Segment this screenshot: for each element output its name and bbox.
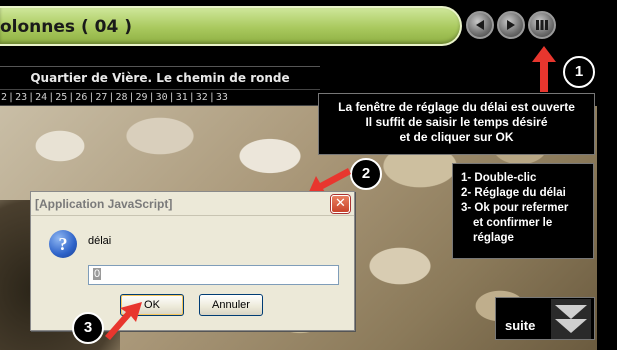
instruction-callout: La fenêtre de réglage du délai est ouver…	[318, 93, 595, 155]
cancel-button[interactable]: Annuler	[199, 294, 263, 316]
step-line: 3- Ok pour refermer	[461, 202, 569, 214]
pause-button[interactable]	[528, 11, 556, 39]
step-line: réglage	[473, 232, 514, 244]
page-number[interactable]: 27	[94, 90, 108, 105]
step-line: 1- Double-clic	[461, 172, 537, 184]
page-number[interactable]: 24	[34, 90, 48, 105]
pause-icon	[536, 20, 548, 30]
dialog-message: délai	[88, 235, 112, 247]
play-button[interactable]	[497, 11, 525, 39]
photo-caption: Quartier de Vière. Le chemin de ronde	[0, 66, 320, 89]
page-number[interactable]: 25	[54, 90, 68, 105]
arrow-up-right-icon	[105, 302, 142, 340]
page-number[interactable]: 32	[195, 90, 209, 105]
close-icon[interactable]: ✕	[331, 195, 350, 213]
arrow-up-icon	[532, 46, 556, 92]
suite-label: suite	[505, 318, 536, 333]
step-line: 2- Réglage du délai	[461, 187, 566, 199]
dialog-title: [Application JavaScript]	[31, 192, 354, 216]
step-badge-3: 3	[72, 312, 104, 344]
step-badge-1: 1	[563, 56, 595, 88]
page-number[interactable]: 30	[155, 90, 169, 105]
step-badge-2: 2	[350, 158, 382, 190]
page-number[interactable]: 2	[0, 90, 8, 105]
page-number[interactable]: 26	[74, 90, 88, 105]
page-number[interactable]: 31	[175, 90, 189, 105]
caption-text: Quartier de Vière. Le chemin de ronde	[30, 71, 290, 85]
title-bar: olonnes ( 04 )	[0, 6, 462, 46]
question-icon: ?	[49, 230, 77, 258]
delay-input-value: 0	[93, 268, 102, 280]
previous-button[interactable]	[466, 11, 494, 39]
previous-icon	[476, 20, 484, 30]
instruction-line: Il suffit de saisir le temps désiré	[365, 115, 548, 129]
delay-input[interactable]: 0	[88, 265, 339, 285]
play-icon	[507, 20, 515, 30]
prompt-dialog: [Application JavaScript] ✕ ? délai 0 OK …	[30, 191, 355, 331]
slideshow-title: olonnes ( 04 )	[0, 17, 132, 37]
page-number[interactable]: 33	[215, 90, 229, 105]
page-number[interactable]: 23	[14, 90, 28, 105]
instruction-line: La fenêtre de réglage du délai est ouver…	[338, 100, 575, 114]
page-number[interactable]: 28	[114, 90, 128, 105]
step-line: et confirmer le	[473, 217, 553, 229]
next-slide-button[interactable]: suite	[495, 297, 595, 340]
page-number[interactable]: 29	[135, 90, 149, 105]
page-number-strip: 2|23|24|25|26|27|28|29|30|31|32|33	[0, 89, 320, 106]
steps-callout: 1- Double-clic 2- Réglage du délai 3- Ok…	[452, 163, 594, 259]
double-chevron-down-icon	[551, 299, 591, 339]
instruction-line: et de cliquer sur OK	[399, 130, 514, 144]
